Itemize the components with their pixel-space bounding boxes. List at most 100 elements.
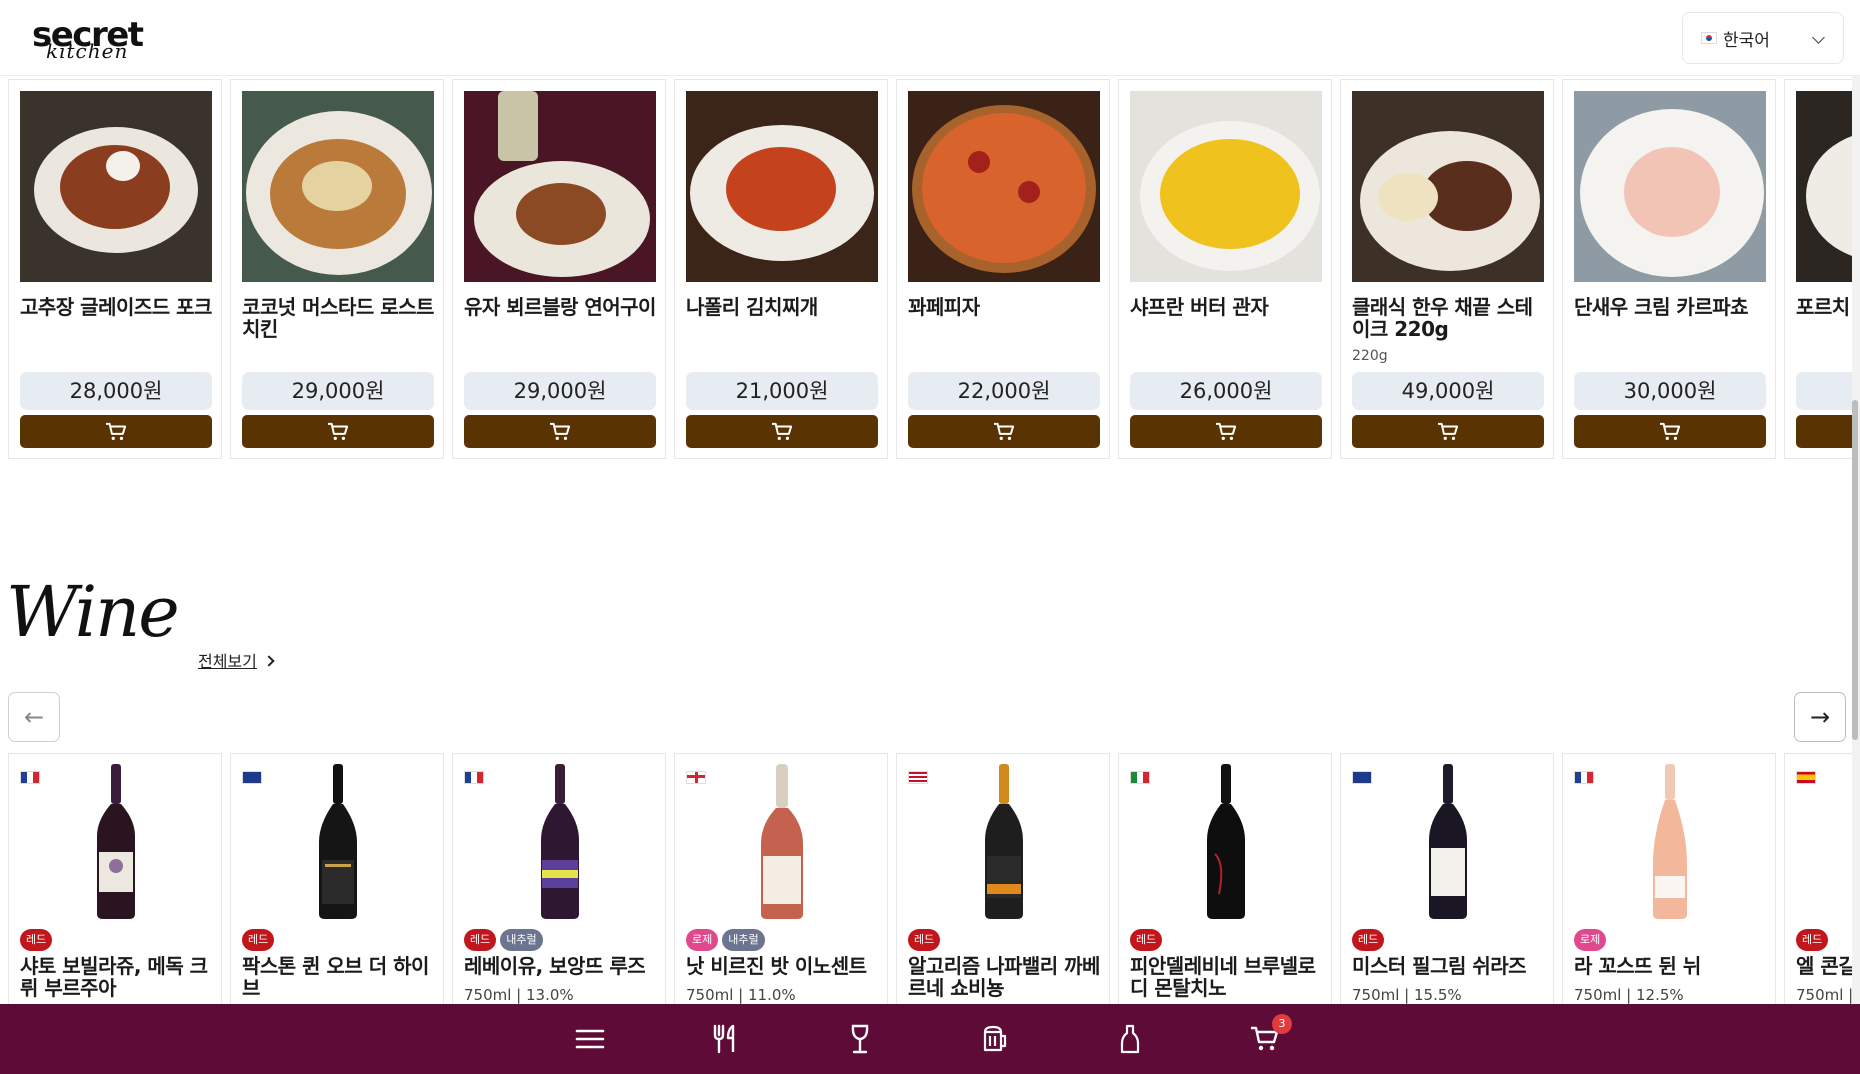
wine-name: 팍스톤 퀸 오브 더 하이브 [242, 954, 429, 1000]
add-to-cart-button[interactable] [464, 415, 656, 448]
wine-card[interactable]: 레드 팍스톤 퀸 오브 더 하이브 [230, 753, 444, 1004]
nav-wine-button[interactable] [843, 1022, 877, 1056]
wine-meta: 750ml | 11.0% [686, 986, 796, 1004]
carousel-next-button[interactable]: → [1794, 692, 1846, 742]
language-label: 한국어 [1723, 30, 1770, 51]
wine-card[interactable]: 레드 미스터 필그림 쉬라즈 750ml | 15.5% [1340, 753, 1554, 1004]
wine-tags: 레드 [20, 929, 53, 951]
view-all-link[interactable]: 전체보기 [198, 648, 275, 672]
wine-bottle-image [1207, 764, 1245, 919]
wine-card[interactable]: 레드 내추럴 레베이유, 보앙뜨 루즈 750ml | 13.0% [452, 753, 666, 1004]
food-card[interactable]: 유자 뵈르블랑 연어구이 29,000원 [452, 79, 666, 459]
page: secret kitchen 한국어 고추장 글레이즈드 포크 28,000원 [0, 0, 1860, 1074]
korea-flag-icon [1701, 32, 1717, 44]
food-image [464, 91, 656, 282]
food-name: 나폴리 김치찌개 [686, 295, 818, 319]
wine-bottle-image [319, 764, 357, 919]
cart-icon [328, 422, 349, 440]
add-to-cart-button[interactable] [908, 415, 1100, 448]
food-name: 단새우 크림 카르파쵸 [1574, 295, 1749, 319]
food-card[interactable]: 샤프란 버터 관자 26,000원 [1118, 79, 1332, 459]
wine-name: 피안델레비네 브루넬로 디 몬탈치노 [1130, 954, 1316, 1000]
logo[interactable]: secret kitchen [32, 16, 152, 63]
add-to-cart-button[interactable] [686, 415, 878, 448]
wine-type-tag: 레드 [1352, 929, 1385, 951]
food-image [1796, 91, 1852, 282]
food-image [242, 91, 434, 282]
wine-card[interactable]: 레드 샤토 보빌라쥬, 메독 크뤼 부르주아 [8, 753, 222, 1004]
price-tag: 21,000원 [686, 372, 878, 410]
food-name: 꽈페피자 [908, 295, 980, 319]
wine-card[interactable]: 로제 내추럴 낫 비르진 밧 이노센트 750ml | 11.0% [674, 753, 888, 1004]
food-card[interactable]: 나폴리 김치찌개 21,000원 [674, 79, 888, 459]
language-select[interactable]: 한국어 [1682, 12, 1844, 64]
bottle-icon [1120, 1024, 1140, 1054]
france-flag-icon [464, 771, 484, 784]
food-card[interactable]: 포르치 [1784, 79, 1852, 459]
wine-card[interactable]: 로제 라 꼬스뜨 뒨 뉘 750ml | 12.5% [1562, 753, 1776, 1004]
wine-bottle-image [761, 764, 803, 919]
nav-food-button[interactable] [708, 1022, 742, 1056]
food-name: 고추장 글레이즈드 포크 [20, 295, 212, 319]
carousel-prev-button[interactable]: ← [8, 692, 60, 742]
wine-tags: 로제 [1574, 929, 1607, 951]
cart-icon [1660, 422, 1681, 440]
add-to-cart-button[interactable] [20, 415, 212, 448]
add-to-cart-button[interactable] [1796, 415, 1852, 448]
wine-meta: 750ml | [1796, 986, 1852, 1004]
chevron-right-icon [263, 655, 275, 667]
price-tag: 29,000원 [242, 372, 434, 410]
food-name: 유자 뵈르블랑 연어구이 [464, 295, 656, 319]
food-card[interactable]: 클래식 한우 채끝 스테이크 220g 220g 49,000원 [1340, 79, 1554, 459]
wine-type-tag: 로제 [686, 929, 719, 951]
view-all-label: 전체보기 [198, 652, 257, 671]
australia-flag-icon [1352, 771, 1372, 784]
australia-flag-icon [242, 771, 262, 784]
cart-icon [772, 422, 793, 440]
food-image [1352, 91, 1544, 282]
wine-glass-icon [851, 1024, 869, 1054]
add-to-cart-button[interactable] [1574, 415, 1766, 448]
price-tag: 30,000원 [1574, 372, 1766, 410]
food-card[interactable]: 고추장 글레이즈드 포크 28,000원 [8, 79, 222, 459]
nav-menu-button[interactable] [573, 1022, 607, 1056]
wine-type-tag: 로제 [1574, 929, 1607, 951]
page-scrollbar[interactable] [1852, 76, 1860, 1004]
nav-bottle-button[interactable] [1113, 1022, 1147, 1056]
food-card[interactable]: 단새우 크림 카르파쵸 30,000원 [1562, 79, 1776, 459]
food-carousel: 고추장 글레이즈드 포크 28,000원 코코넛 머스타드 로스트 치킨 29,… [8, 79, 1852, 459]
wine-style-tag: 내추럴 [722, 929, 765, 951]
wine-card[interactable]: 레드 피안델레비네 브루넬로 디 몬탈치노 [1118, 753, 1332, 1004]
wine-tags: 레드 [908, 929, 941, 951]
add-to-cart-button[interactable] [1130, 415, 1322, 448]
price-tag: 22,000원 [908, 372, 1100, 410]
food-card[interactable]: 코코넛 머스타드 로스트 치킨 29,000원 [230, 79, 444, 459]
add-to-cart-button[interactable] [1352, 415, 1544, 448]
price-tag [1796, 372, 1852, 410]
wine-name: 레베이유, 보앙뜨 루즈 [464, 954, 646, 978]
scrollbar-thumb[interactable] [1852, 400, 1858, 740]
wine-name: 미스터 필그림 쉬라즈 [1352, 954, 1527, 978]
wine-name: 샤토 보빌라쥬, 메독 크뤼 부르주아 [20, 954, 208, 1000]
logo-script: kitchen [46, 39, 129, 63]
food-image [1130, 91, 1322, 282]
wine-tags: 레드 내추럴 [464, 929, 543, 951]
nav-beer-button[interactable] [978, 1022, 1012, 1056]
arrow-right-icon: → [1809, 703, 1831, 731]
france-flag-icon [20, 771, 40, 784]
spain-flag-icon [1796, 771, 1816, 784]
wine-bottle-image [97, 764, 135, 919]
england-flag-icon [686, 771, 706, 784]
wine-meta: 750ml | 15.5% [1352, 986, 1462, 1004]
wine-meta: 750ml | 13.0% [464, 986, 574, 1004]
food-image [1574, 91, 1766, 282]
wine-name: 엘 콘길 [1796, 954, 1852, 978]
wine-carousel: 레드 샤토 보빌라쥬, 메독 크뤼 부르주아 레드 팍스톤 퀸 오브 더 하이브… [8, 753, 1852, 1004]
wine-type-tag: 레드 [908, 929, 941, 951]
add-to-cart-button[interactable] [242, 415, 434, 448]
wine-card[interactable]: 레드 알고리즘 나파밸리 까베르네 쇼비뇽 [896, 753, 1110, 1004]
italy-flag-icon [1130, 771, 1150, 784]
wine-card[interactable]: 레드 엘 콘길 750ml | [1784, 753, 1852, 1004]
wine-type-tag: 레드 [1796, 929, 1829, 951]
food-card[interactable]: 꽈페피자 22,000원 [896, 79, 1110, 459]
